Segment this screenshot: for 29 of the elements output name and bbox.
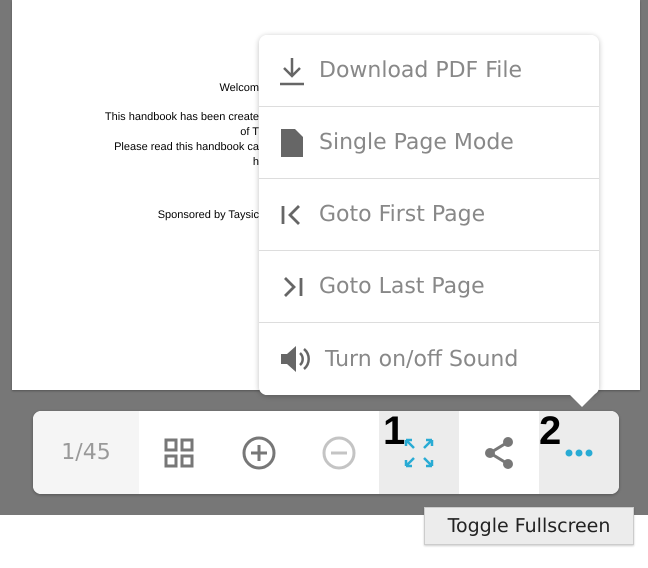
document-text: This handbook has been create: [104, 110, 259, 125]
fullscreen-button[interactable]: 1: [379, 411, 459, 494]
document-text: Sponsored by Taysic: [158, 208, 259, 223]
zoom-in-icon: [242, 436, 276, 470]
zoom-out-icon: [322, 436, 356, 470]
document-text: Welcom: [219, 81, 259, 96]
page-counter: 1/45: [33, 411, 139, 494]
more-button[interactable]: 2: [539, 411, 619, 494]
annotation-number: 1: [383, 411, 406, 451]
menu-item[interactable]: Goto Last Page: [259, 251, 599, 323]
grid-icon: [164, 438, 194, 468]
menu-pointer: [569, 394, 595, 408]
more-icon: [565, 448, 593, 456]
menu-item[interactable]: Download PDF File: [259, 35, 599, 107]
document-text: Please read this handbook ca: [114, 140, 259, 155]
menu-item[interactable]: Single Page Mode: [259, 107, 599, 179]
thumbnails-button[interactable]: [139, 411, 219, 494]
document-text: of T: [240, 125, 259, 140]
menu-item[interactable]: Goto First Page: [259, 179, 599, 251]
speaker-icon: [279, 344, 311, 374]
download-icon: [279, 56, 305, 86]
tooltip: Toggle Fullscreen: [424, 507, 634, 545]
annotation-number: 2: [539, 411, 562, 451]
document-text: h: [252, 155, 259, 170]
menu-item[interactable]: Turn on/off Sound: [259, 323, 599, 395]
page-icon: [279, 126, 305, 158]
fullscreen-icon: [403, 436, 435, 468]
share-icon: [483, 436, 515, 470]
share-button[interactable]: [459, 411, 539, 494]
